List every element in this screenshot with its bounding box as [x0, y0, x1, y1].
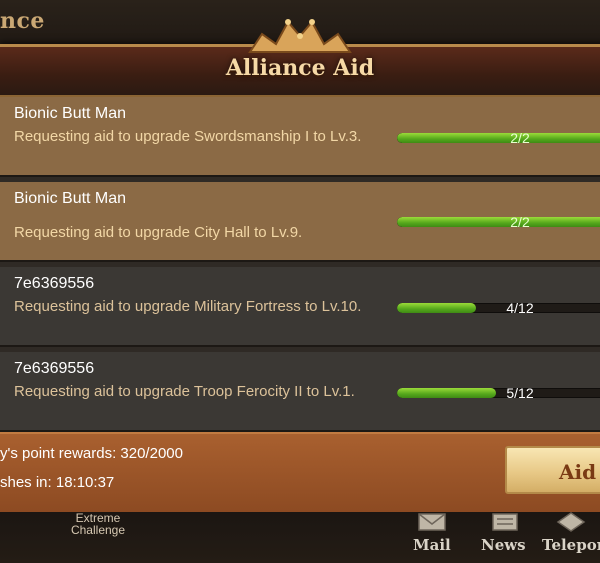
request-description: Requesting aid to upgrade Troop Ferocity… — [14, 383, 355, 400]
point-rewards-text: y's point rewards: 320/2000 — [0, 445, 183, 462]
aid-request-row: Bionic Butt Man Requesting aid to upgrad… — [0, 182, 600, 262]
panel-title: Alliance Aid — [225, 55, 375, 81]
aid-all-button[interactable]: Aid — [505, 446, 600, 494]
requester-name: Bionic Butt Man — [14, 105, 127, 122]
aid-progress-text: 5/12 — [506, 385, 534, 401]
request-description: Requesting aid to upgrade Swordsmanship … — [14, 128, 362, 145]
aid-request-row: 7e6369556 Requesting aid to upgrade Mili… — [0, 267, 600, 347]
crown-ornament-icon — [248, 19, 352, 53]
aid-request-row: Bionic Butt Man Requesting aid to upgrad… — [0, 97, 600, 177]
request-description: Requesting aid to upgrade Military Fortr… — [14, 298, 362, 315]
requester-name: 7e6369556 — [14, 360, 95, 377]
extreme-challenge-label[interactable]: Extreme Challenge — [58, 512, 138, 536]
mail-icon[interactable] — [417, 512, 447, 532]
aid-progress-fill — [397, 303, 477, 313]
news-label[interactable]: News — [481, 536, 526, 554]
requester-name: Bionic Butt Man — [14, 190, 127, 207]
requester-name: 7e6369556 — [14, 275, 95, 292]
aid-progress-text: 2/2 — [510, 214, 530, 230]
background-title-partial: nce — [0, 8, 45, 34]
aid-request-row: 7e6369556 Requesting aid to upgrade Troo… — [0, 352, 600, 432]
request-description: Requesting aid to upgrade City Hall to L… — [14, 224, 303, 241]
teleport-icon[interactable] — [556, 512, 586, 532]
aid-progress-text: 4/12 — [506, 300, 534, 316]
aid-progress-text: 2/2 — [510, 130, 530, 146]
finish-countdown-text: shes in: 18:10:37 — [0, 474, 115, 491]
teleport-label[interactable]: Telepor — [542, 536, 600, 554]
mail-label[interactable]: Mail — [413, 536, 451, 554]
news-icon[interactable] — [490, 512, 520, 532]
